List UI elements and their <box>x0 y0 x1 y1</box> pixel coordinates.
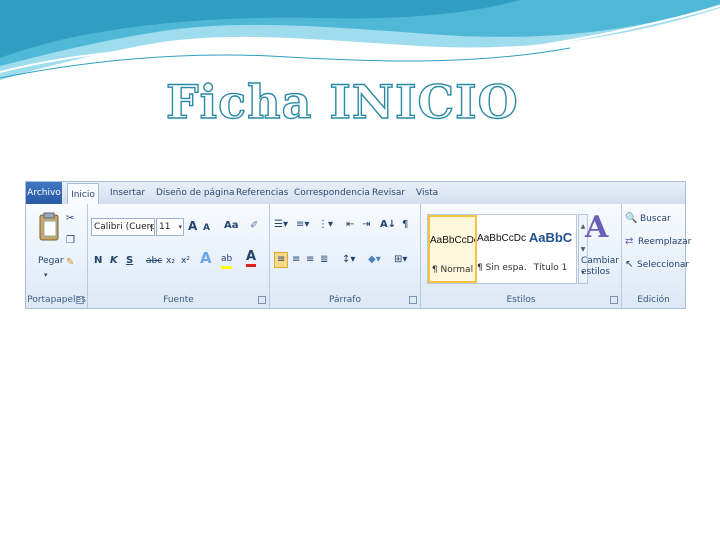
style-sample: AaBbCcDc <box>430 235 477 246</box>
highlight-button[interactable]: ab <box>221 252 233 269</box>
italic-button[interactable]: K <box>110 254 118 268</box>
change-case-button[interactable]: Aa <box>224 219 239 233</box>
bold-button[interactable]: N <box>94 254 102 268</box>
group-edicion: 🔍 Buscar ⇄ Reemplazar ↖ Seleccionar Edic… <box>622 204 691 308</box>
style-normal[interactable]: AaBbCcDc ¶ Normal <box>428 215 477 283</box>
font-size-value: 11 <box>159 222 171 232</box>
select-button[interactable]: Seleccionar <box>637 260 689 270</box>
align-right-icon[interactable]: ≡ <box>306 253 314 267</box>
ribbon-tab-bar: Archivo Inicio Insertar Diseño de página… <box>26 182 685 204</box>
shrink-font-button[interactable]: A <box>203 221 210 235</box>
shading-icon[interactable]: ◆▾ <box>368 253 381 267</box>
sort-button[interactable]: A↓ <box>380 218 396 232</box>
group-label-edicion: Edición <box>637 295 670 305</box>
dialog-launcher-icon[interactable] <box>610 296 618 304</box>
numbering-icon[interactable]: ≡▾ <box>296 218 309 232</box>
ribbon-body: Pegar ▾ ✂ ❐ ✎ Portapapeles Calibri (Cuer… <box>26 204 691 308</box>
find-icon[interactable]: 🔍 <box>625 212 637 226</box>
styles-gallery: AaBbCcDc ¶ Normal AaBbCcDc ¶ Sin espa...… <box>427 214 577 284</box>
dialog-launcher-icon[interactable] <box>409 296 417 304</box>
tab-revisar[interactable]: Revisar <box>372 182 405 204</box>
find-button[interactable]: Buscar <box>640 214 671 224</box>
show-marks-button[interactable]: ¶ <box>402 218 408 232</box>
change-styles-icon[interactable]: A <box>585 210 608 245</box>
style-sample: AaBbCcDc <box>477 233 526 244</box>
cut-icon[interactable]: ✂ <box>66 212 74 226</box>
style-name: Título 1 <box>533 263 568 273</box>
replace-button[interactable]: Reemplazar <box>638 237 691 247</box>
strikethrough-button[interactable]: abc <box>146 254 162 268</box>
decrease-indent-icon[interactable]: ⇤ <box>346 218 354 232</box>
align-center-icon[interactable]: ≡ <box>292 253 300 267</box>
select-arrow-icon[interactable]: ↖ <box>625 258 633 272</box>
style-titulo-1[interactable]: AaBbC Título 1 <box>526 215 575 283</box>
tab-referencias[interactable]: Referencias <box>236 182 289 204</box>
change-styles-button[interactable]: Cambiar estilos <box>581 256 619 278</box>
multilevel-list-icon[interactable]: ⋮▾ <box>318 218 333 232</box>
dialog-launcher-icon[interactable] <box>76 296 84 304</box>
tab-diseno-de-pagina[interactable]: Diseño de página <box>156 182 235 204</box>
slide-title: Ficha INICIO <box>165 74 519 129</box>
style-name: ¶ Normal <box>431 265 474 275</box>
text-effects-button[interactable]: A <box>200 251 212 266</box>
tab-correspondencia[interactable]: Correspondencia <box>294 182 370 204</box>
paste-button-label[interactable]: Pegar <box>38 256 64 266</box>
clear-format-icon[interactable]: ✐ <box>250 219 258 233</box>
align-left-icon[interactable]: ≡ <box>274 252 289 268</box>
replace-icon[interactable]: ⇄ <box>625 235 633 249</box>
tab-inicio[interactable]: Inicio <box>67 183 99 204</box>
style-name: ¶ Sin espa... <box>477 263 526 273</box>
paste-icon[interactable] <box>38 212 60 242</box>
group-portapapeles: Pegar ▾ ✂ ❐ ✎ Portapapeles <box>26 204 88 308</box>
font-name-dropdown-icon[interactable]: ▾ <box>149 219 153 235</box>
line-spacing-icon[interactable]: ↕▾ <box>342 253 355 267</box>
font-color-button[interactable]: A <box>246 250 257 267</box>
font-name-value: Calibri (Cuerpo) <box>94 222 154 232</box>
font-size-dropdown-icon[interactable]: ▾ <box>178 219 182 235</box>
copy-icon[interactable]: ❐ <box>66 234 75 248</box>
group-label-fuente: Fuente <box>163 295 194 305</box>
word-ribbon: Archivo Inicio Insertar Diseño de página… <box>25 181 691 309</box>
tab-vista[interactable]: Vista <box>416 182 438 204</box>
borders-icon[interactable]: ⊞▾ <box>394 253 407 267</box>
tab-archivo[interactable]: Archivo <box>26 182 62 204</box>
grow-font-button[interactable]: A <box>188 219 197 233</box>
group-parrafo: ☰▾ ≡▾ ⋮▾ ⇤ ⇥ A↓ ¶ ≡ ≡ ≡ ≣ ↕▾ ◆▾ ⊞▾ Párra… <box>270 204 421 308</box>
group-label-parrafo: Párrafo <box>329 295 361 305</box>
paste-dropdown-icon[interactable]: ▾ <box>44 268 48 282</box>
increase-indent-icon[interactable]: ⇥ <box>362 218 370 232</box>
tab-insertar[interactable]: Insertar <box>110 182 145 204</box>
justify-icon[interactable]: ≣ <box>320 253 328 267</box>
style-sample: AaBbC <box>528 230 573 245</box>
font-name-combo[interactable]: Calibri (Cuerpo)▾ <box>91 218 155 236</box>
font-size-combo[interactable]: 11 ▾ <box>156 218 184 236</box>
group-label-estilos: Estilos <box>506 295 536 305</box>
group-fuente: Calibri (Cuerpo)▾ 11▾ A A Aa ✐ N K S abc… <box>88 204 270 308</box>
format-painter-icon[interactable]: ✎ <box>66 256 74 270</box>
subscript-button[interactable]: x₂ <box>166 254 175 268</box>
dialog-launcher-icon[interactable] <box>258 296 266 304</box>
bullets-icon[interactable]: ☰▾ <box>274 218 288 232</box>
superscript-button[interactable]: x² <box>181 254 190 268</box>
underline-button[interactable]: S <box>126 254 133 268</box>
style-sin-espaciado[interactable]: AaBbCcDc ¶ Sin espa... <box>477 215 526 283</box>
group-estilos: AaBbCcDc ¶ Normal AaBbCcDc ¶ Sin espa...… <box>421 204 622 308</box>
